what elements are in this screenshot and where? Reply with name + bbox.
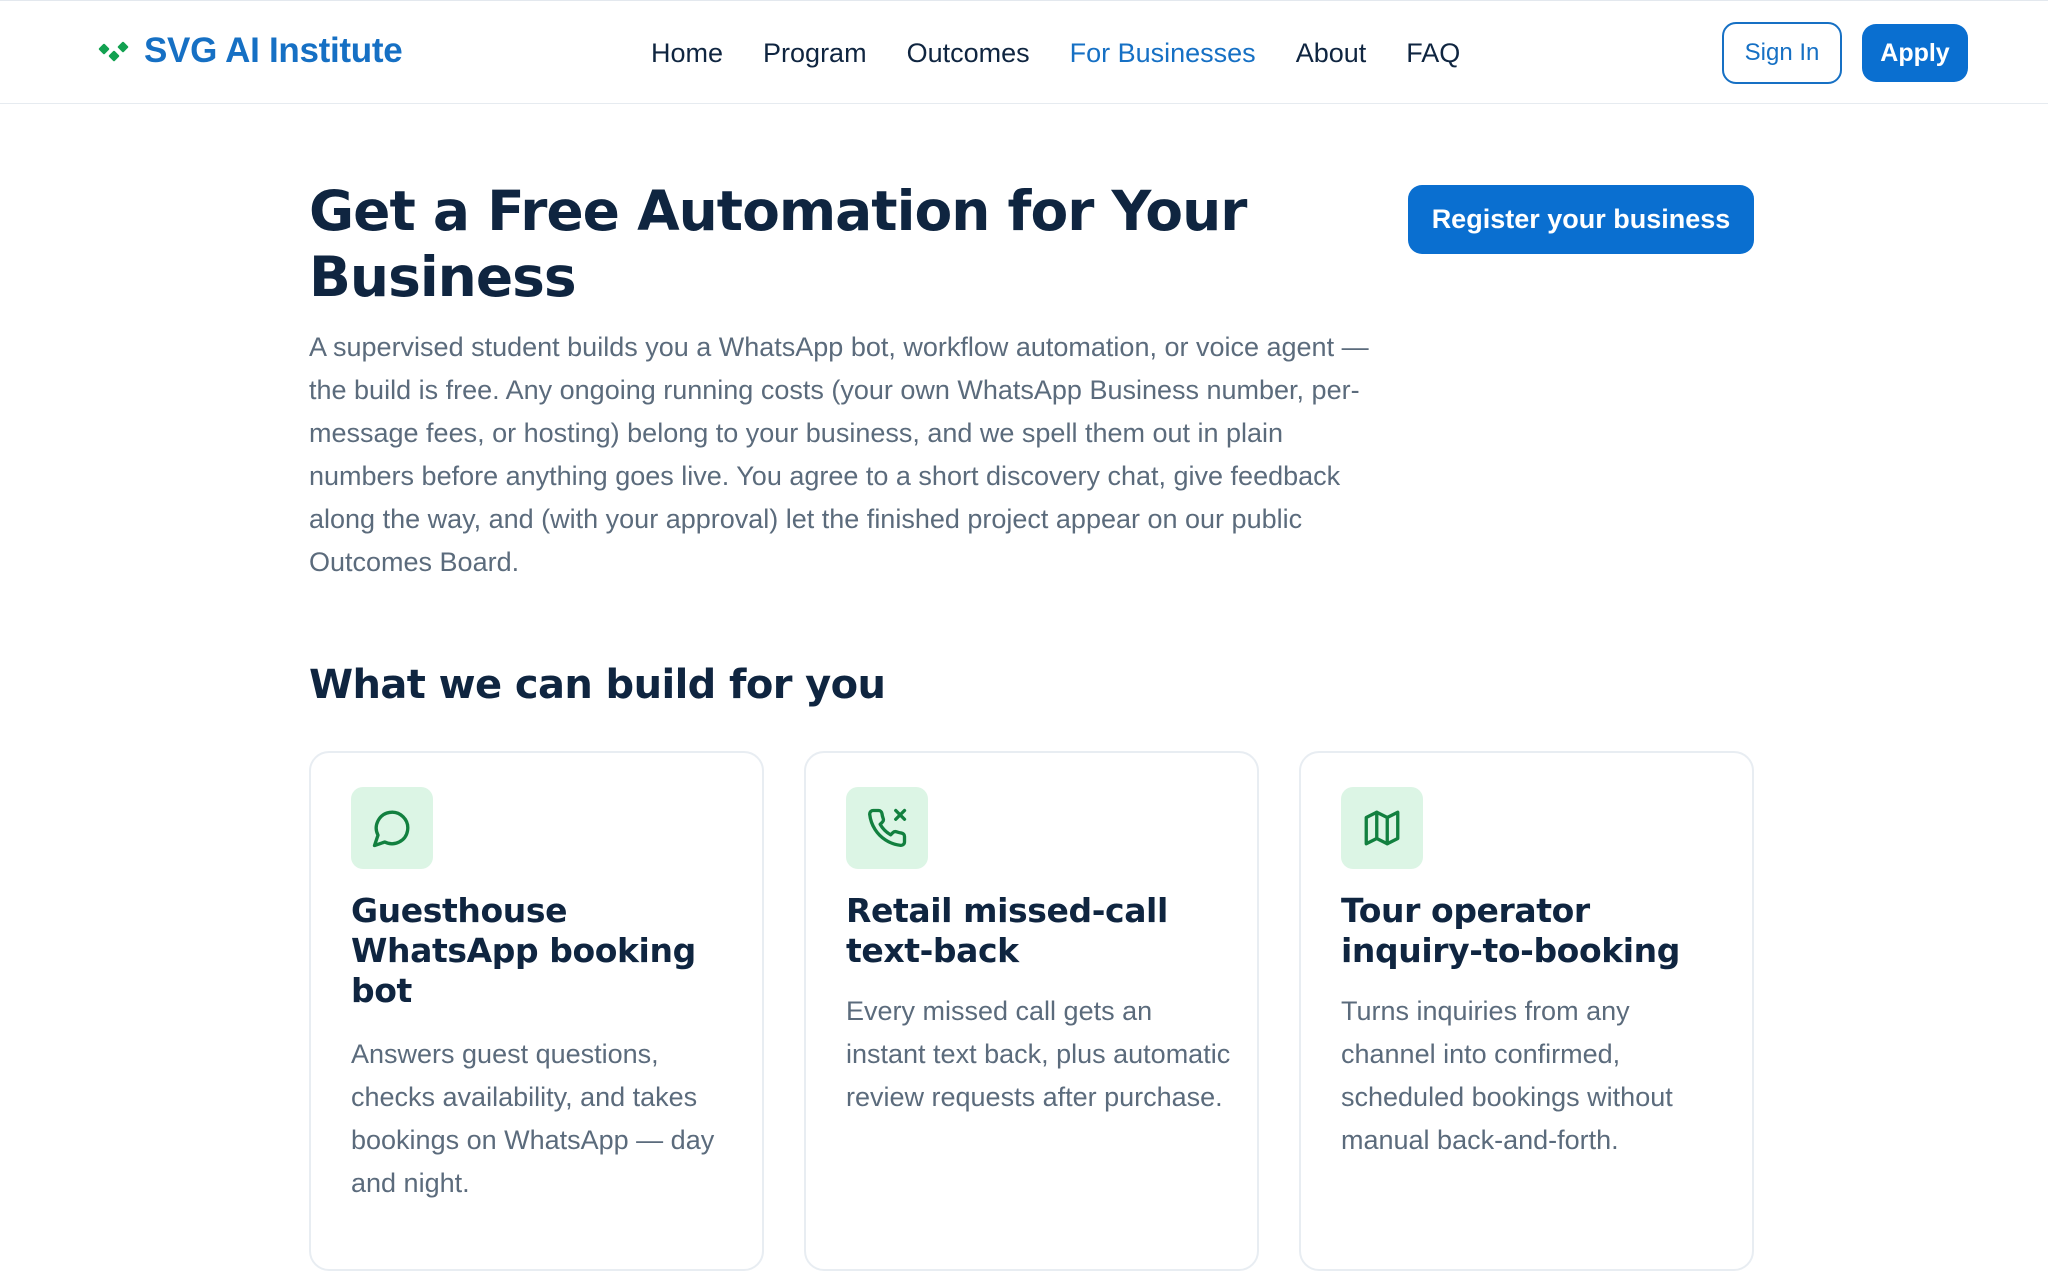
- card-title: Retail missed-call text-back: [846, 891, 1168, 970]
- nav-item-home[interactable]: Home: [651, 38, 723, 69]
- section-title: What we can build for you: [309, 662, 886, 708]
- hero-description: A supervised student builds you a WhatsA…: [309, 332, 1369, 577]
- nav-item-program[interactable]: Program: [763, 38, 867, 69]
- nav-item-for-businesses[interactable]: For Businesses: [1070, 38, 1256, 69]
- card-title: Tour operator inquiry-to-booking: [1341, 891, 1680, 970]
- register-business-button[interactable]: Register your business: [1408, 185, 1754, 254]
- service-card-guesthouse: Guesthouse WhatsApp booking bot Answers …: [309, 751, 764, 1271]
- card-body: Turns inquiries from any channel into co…: [1341, 996, 1673, 1155]
- service-card-retail: Retail missed-call text-back Every misse…: [804, 751, 1259, 1271]
- card-title: Guesthouse WhatsApp booking bot: [351, 891, 696, 1010]
- apply-button[interactable]: Apply: [1862, 24, 1968, 82]
- phone-missed-icon: [846, 787, 928, 869]
- brand-link[interactable]: SVG AI Institute: [98, 31, 403, 71]
- nav-item-outcomes[interactable]: Outcomes: [907, 38, 1030, 69]
- brand-logo-icon: [98, 39, 130, 63]
- service-card-tour-operator: Tour operator inquiry-to-booking Turns i…: [1299, 751, 1754, 1271]
- card-body: Every missed call gets an instant text b…: [846, 996, 1231, 1112]
- nav-item-faq[interactable]: FAQ: [1406, 38, 1460, 69]
- sign-in-button[interactable]: Sign In: [1722, 22, 1842, 84]
- brand-name: SVG AI Institute: [144, 31, 403, 70]
- chat-bubble-icon: [351, 787, 433, 869]
- main-nav: Home Program Outcomes For Businesses Abo…: [651, 33, 1500, 73]
- page-title: Get a Free Automation for Your Business: [309, 179, 1247, 309]
- nav-item-about[interactable]: About: [1296, 38, 1367, 69]
- top-navigation-bar: SVG AI Institute Home Program Outcomes F…: [0, 0, 2048, 104]
- card-body: Answers guest questions, checks availabi…: [351, 1039, 715, 1198]
- map-icon: [1341, 787, 1423, 869]
